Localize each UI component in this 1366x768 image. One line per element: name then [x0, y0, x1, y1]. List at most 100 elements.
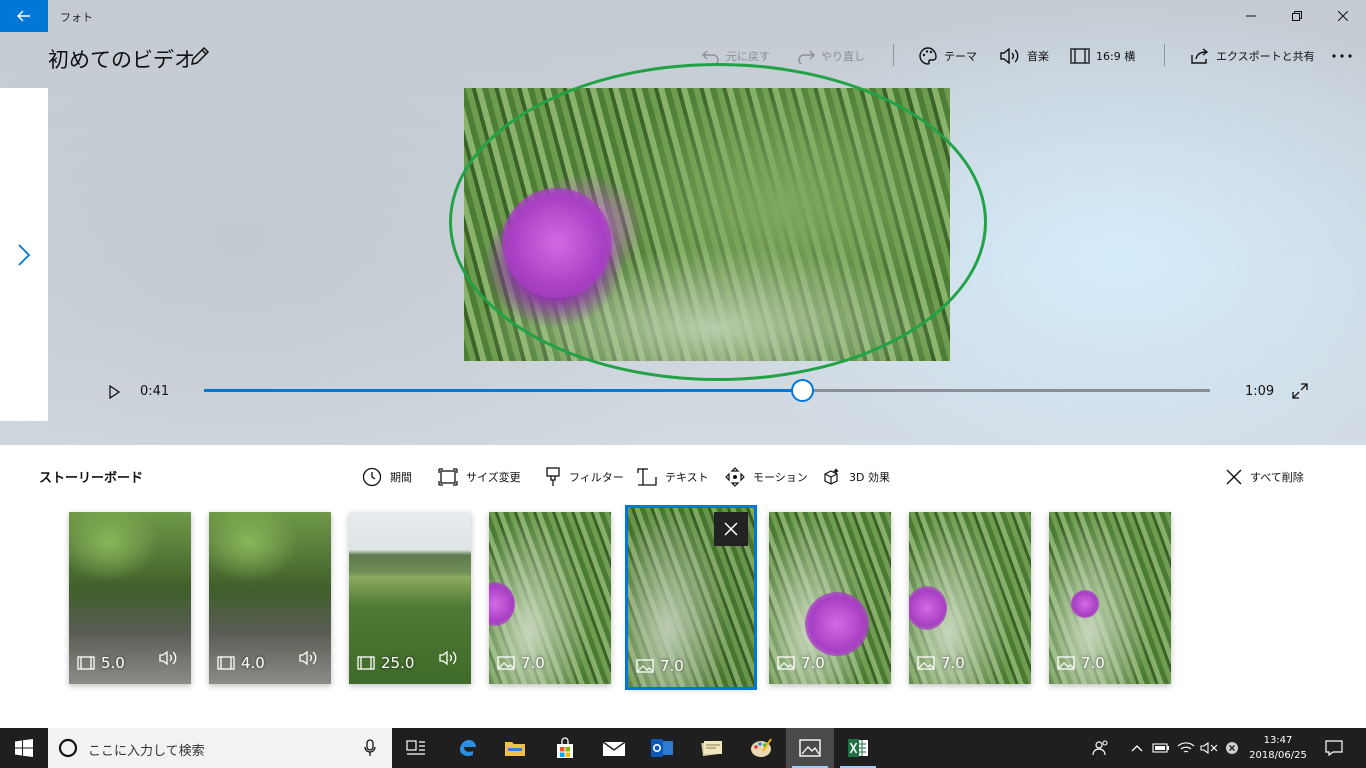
project-title[interactable]: 初めてのビデオ [48, 44, 195, 74]
volume-button[interactable] [1198, 728, 1220, 768]
mail-button[interactable] [590, 728, 638, 768]
current-time: 0:41 [140, 384, 170, 399]
clock-date: 2018/06/25 [1249, 750, 1307, 761]
seek-thumb[interactable] [790, 379, 814, 402]
total-time: 1:09 [1245, 384, 1275, 399]
microphone-icon[interactable] [364, 739, 376, 757]
store-button[interactable] [541, 728, 589, 768]
remove-clip-button[interactable] [714, 512, 748, 546]
folder-icon [505, 742, 525, 756]
clock-time: 13:47 [1263, 735, 1293, 746]
music-button[interactable]: 音楽 [999, 44, 1049, 68]
storyboard-clip[interactable]: 4.0 [209, 512, 331, 684]
clip-meta: 7.0 [636, 657, 684, 675]
speaker-icon [1000, 47, 1019, 65]
duration-button[interactable]: 期間 [362, 466, 412, 488]
excel-button[interactable] [834, 728, 882, 768]
share-icon [1191, 48, 1209, 64]
file-explorer-button[interactable] [491, 728, 539, 768]
storyboard-clip[interactable]: 7.0 [769, 512, 891, 684]
seek-bar[interactable] [204, 379, 1210, 402]
chevron-right-icon [18, 243, 31, 266]
editor-area: フォト 初めてのビデオ 元に戻す やり直し テーマ 音楽 16:9 横 エクスポ… [0, 0, 1366, 445]
export-share-button[interactable]: エクスポートと共有 [1190, 44, 1315, 68]
action-center-button[interactable] [1320, 728, 1348, 768]
pencil-icon [191, 46, 210, 65]
storyboard-clip[interactable]: 7.0 [909, 512, 1031, 684]
more-options-button[interactable] [1331, 44, 1353, 68]
resize-button[interactable]: サイズ変更 [438, 466, 521, 488]
storyboard-title: ストーリーボード [39, 471, 144, 486]
play-icon [109, 384, 121, 400]
clip-volume-button[interactable] [299, 650, 319, 670]
taskbar-clock[interactable]: 13:47 2018/06/25 [1244, 733, 1312, 763]
close-circle-icon [1226, 742, 1238, 754]
clip-flower [805, 592, 869, 656]
clip-meta: 7.0 [917, 654, 965, 672]
3d-effects-label: 3D 効果 [849, 471, 890, 484]
clip-duration: 4.0 [241, 654, 265, 672]
wifi-icon [1177, 742, 1195, 753]
cortana-icon [58, 738, 78, 758]
arrow-left-icon [17, 10, 30, 22]
motion-button[interactable]: モーション [725, 466, 808, 488]
minimize-icon [1246, 15, 1256, 17]
expand-panel-button[interactable] [0, 88, 48, 421]
paint-button[interactable] [737, 728, 785, 768]
taskbar-search[interactable]: ここに入力して検索 [48, 728, 392, 768]
back-button[interactable] [0, 0, 48, 32]
photo-icon [497, 656, 515, 670]
speaker-icon [439, 650, 457, 666]
notification-badge[interactable] [1222, 728, 1242, 768]
app-title: フォト [60, 11, 93, 24]
3d-effects-button[interactable]: 3D 効果 [821, 466, 890, 488]
text-button[interactable]: テキスト [637, 466, 709, 488]
cards-icon [701, 740, 722, 757]
play-button[interactable] [106, 384, 122, 400]
battery-button[interactable] [1150, 728, 1172, 768]
start-button[interactable] [0, 728, 48, 768]
resize-icon [438, 468, 458, 486]
redo-button[interactable]: やり直し [797, 44, 865, 68]
task-view-button[interactable] [392, 728, 440, 768]
excel-icon [848, 739, 868, 757]
text-icon [637, 468, 657, 486]
clip-meta: 7.0 [1057, 654, 1105, 672]
music-label: 音楽 [1027, 50, 1049, 63]
aspect-ratio-icon [1070, 48, 1090, 64]
close-window-button[interactable] [1320, 0, 1366, 32]
clip-volume-button[interactable] [159, 650, 179, 670]
video-clip-icon [77, 656, 95, 670]
title-bar: フォト [0, 0, 1366, 32]
cards-app-button[interactable] [688, 728, 736, 768]
clip-duration: 7.0 [801, 654, 825, 672]
fullscreen-button[interactable] [1292, 383, 1308, 399]
aspect-ratio-button[interactable]: 16:9 横 [1070, 44, 1135, 68]
clip-meta: 25.0 [357, 654, 414, 672]
remove-all-button[interactable]: すべて削除 [1226, 466, 1304, 488]
storyboard-clip[interactable]: 7.0 [489, 512, 611, 684]
photos-app-button[interactable] [786, 728, 834, 768]
storyboard-clip[interactable]: 5.0 [69, 512, 191, 684]
storyboard-clip[interactable]: 7.0 [1049, 512, 1171, 684]
theme-button[interactable]: テーマ [918, 44, 977, 68]
restore-button[interactable] [1274, 0, 1320, 32]
storyboard-clip-selected[interactable]: 7.0 [625, 505, 757, 690]
wifi-button[interactable] [1175, 728, 1197, 768]
filter-button[interactable]: フィルター [545, 466, 624, 488]
clip-meta: 5.0 [77, 654, 125, 672]
taskbar: ここに入力して検索 13:47 2018/06/25 [0, 728, 1366, 768]
storyboard-clip[interactable]: 25.0 [349, 512, 471, 684]
command-separator [893, 44, 894, 66]
duration-label: 期間 [390, 471, 412, 484]
show-hidden-icons-button[interactable] [1127, 728, 1147, 768]
outlook-button[interactable] [638, 728, 686, 768]
people-button[interactable] [1090, 728, 1112, 768]
rename-button[interactable] [188, 44, 212, 68]
clip-meta: 7.0 [497, 654, 545, 672]
photo-icon [777, 656, 795, 670]
clip-volume-button[interactable] [439, 650, 459, 670]
minimize-button[interactable] [1228, 0, 1274, 32]
clip-duration: 7.0 [660, 657, 684, 675]
edge-button[interactable] [443, 728, 491, 768]
